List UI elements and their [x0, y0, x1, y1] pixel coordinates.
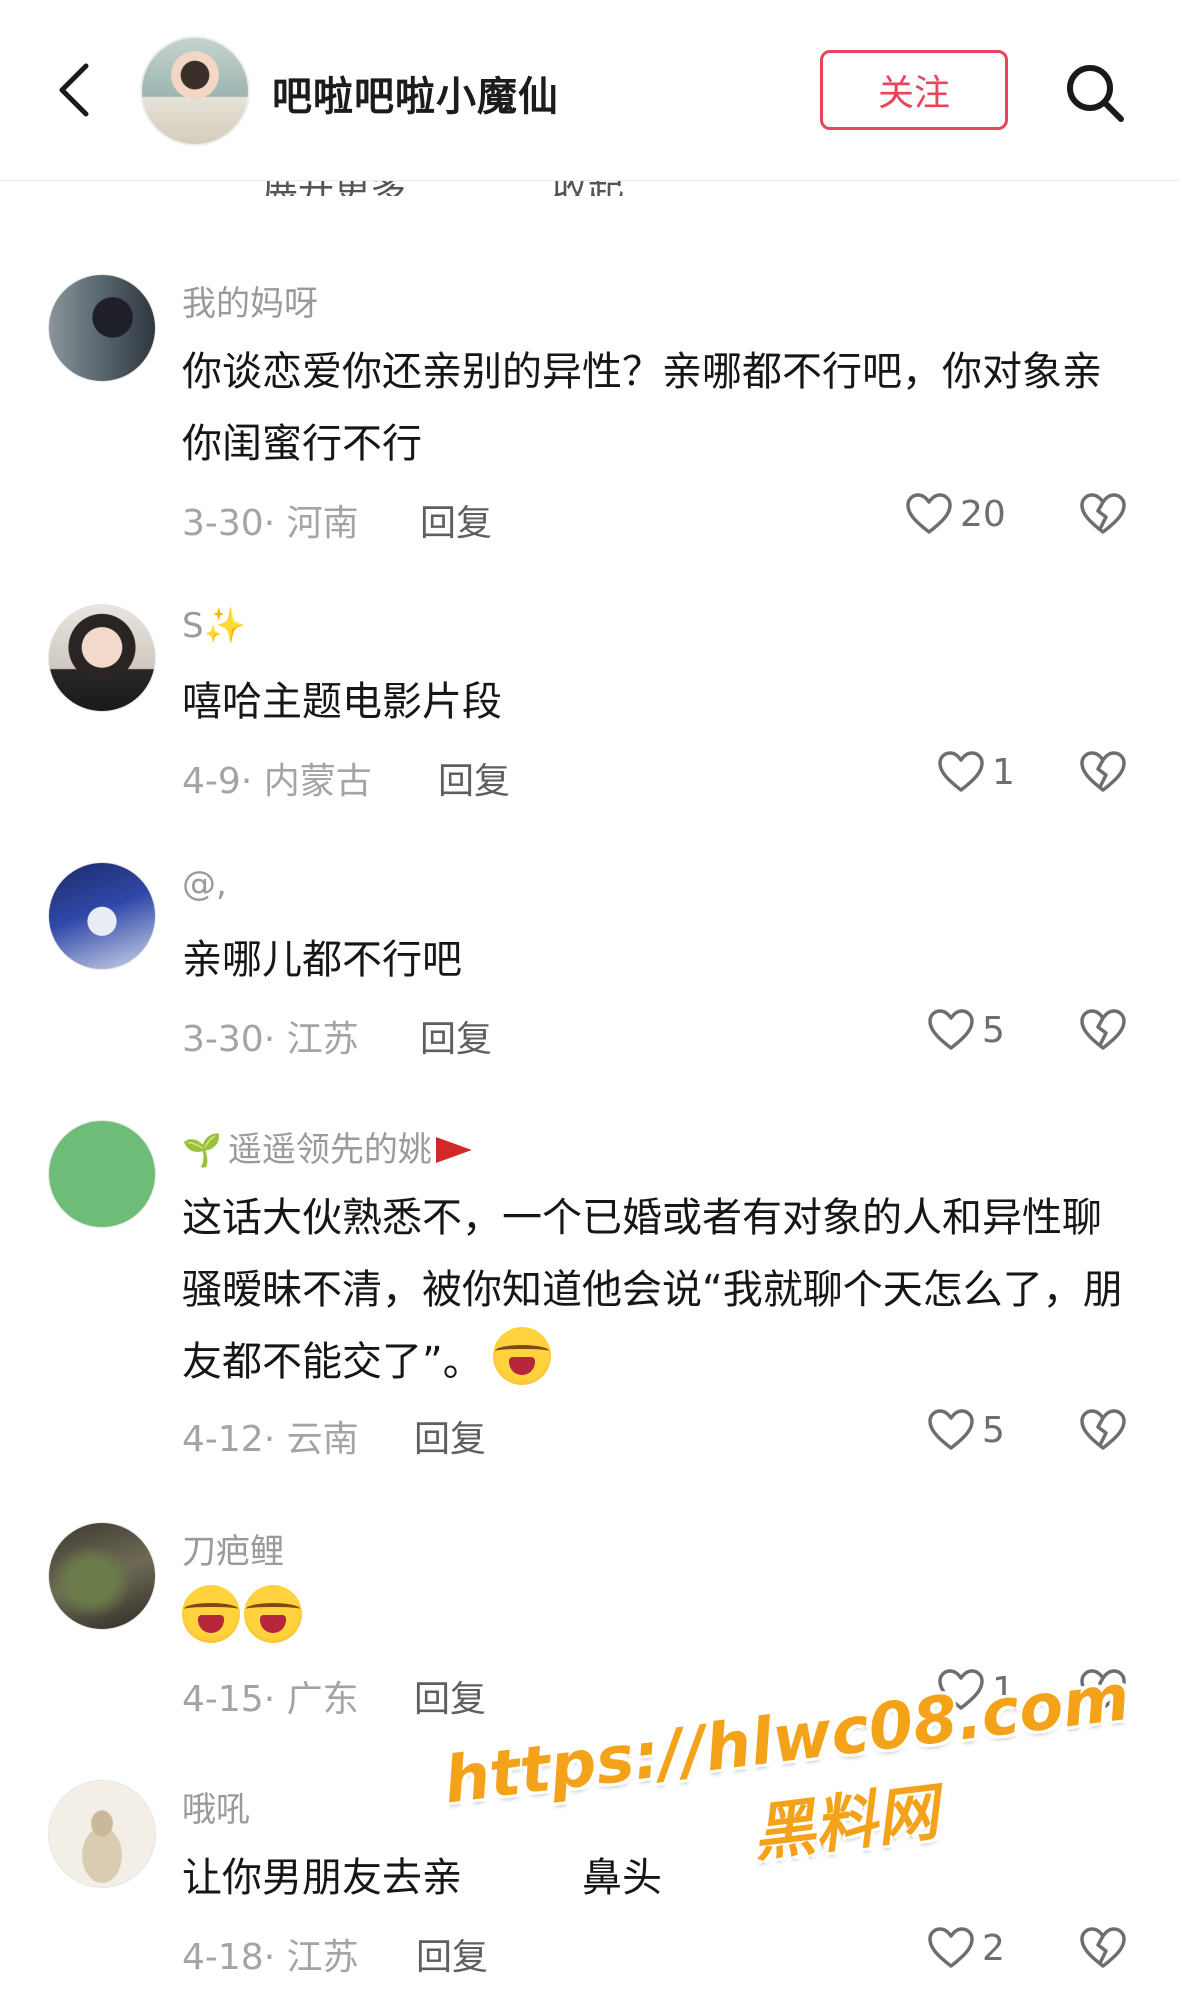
comment-location: 河南 [286, 503, 359, 544]
heart-icon [928, 1009, 974, 1050]
dislike-button[interactable] [1078, 744, 1128, 800]
reply-button[interactable]: 回复 [416, 1928, 488, 1980]
author-name[interactable]: 吧啦吧啦小魔仙 [272, 64, 559, 122]
broken-heart-icon [1080, 1009, 1126, 1050]
reply-button[interactable]: 回复 [414, 1670, 486, 1722]
reply-button[interactable]: 回复 [438, 752, 510, 804]
comment-date: 3-30 [182, 1019, 264, 1060]
comment-text: 亲哪儿都不行吧 [182, 937, 462, 983]
comment-meta: 4-15· 广东 [182, 1679, 359, 1720]
comment-text: 这话大伙熟悉不，一个已婚或者有对象的人和异性聊骚暧昧不清，被你知道他会说“我就聊… [182, 1195, 1123, 1385]
comment-date: 3-30 [182, 503, 264, 544]
dislike-button[interactable] [1078, 1002, 1128, 1058]
search-icon [1067, 65, 1124, 122]
comment-meta: 3-30· 河南 [182, 503, 359, 544]
laughing-crying-emoji-icon [182, 1585, 240, 1643]
like-count: 20 [960, 493, 1006, 535]
like-button[interactable]: 2 [928, 1920, 1005, 1976]
heart-icon [938, 751, 984, 792]
chevron-left-icon [59, 63, 89, 117]
commenter-name[interactable]: 我的妈呀 [182, 276, 318, 325]
heart-icon [906, 493, 952, 534]
comment-meta: 4-12· 云南 [182, 1419, 359, 1460]
follow-button[interactable]: 关注 [820, 50, 1008, 130]
laughing-crying-emoji-icon [244, 1585, 302, 1643]
commenter-avatar[interactable] [48, 1522, 156, 1630]
back-button[interactable] [44, 50, 104, 130]
top-bar: 吧啦吧啦小魔仙 关注 [0, 0, 1179, 181]
broken-heart-icon [1080, 1927, 1126, 1968]
commenter-name[interactable]: 🌱 遥遥领先的姚 [182, 1122, 472, 1171]
commenter-avatar[interactable] [48, 274, 156, 382]
commenter-avatar[interactable] [48, 862, 156, 970]
dislike-button[interactable] [1078, 486, 1128, 542]
broken-heart-icon [1080, 493, 1126, 534]
like-count: 5 [982, 1409, 1005, 1451]
sprout-icon: 🌱 [182, 1131, 222, 1169]
dislike-button[interactable] [1078, 1920, 1128, 1976]
like-button[interactable]: 5 [928, 1402, 1005, 1458]
like-button[interactable]: 20 [906, 486, 1006, 542]
comment-meta: 4-9· 内蒙古 [182, 761, 372, 802]
like-count: 5 [982, 1009, 1005, 1051]
author-avatar[interactable] [140, 36, 250, 146]
laughing-crying-emoji-icon [492, 1327, 551, 1385]
reply-button[interactable]: 回复 [420, 1010, 492, 1062]
comment-location: 云南 [286, 1419, 359, 1460]
commenter-name[interactable]: 刀疤鲤 [182, 1524, 284, 1573]
broken-heart-icon [1080, 1409, 1126, 1450]
commenter-avatar[interactable] [48, 604, 156, 712]
commenter-name[interactable]: 哦吼 [182, 1782, 250, 1831]
reply-button[interactable]: 回复 [414, 1410, 486, 1462]
commenter-name[interactable]: @, [182, 864, 227, 904]
commenter-avatar[interactable] [48, 1780, 156, 1888]
comment-date: 4-12 [182, 1419, 264, 1460]
comment-text: 你谈恋爱你还亲别的异性？亲哪都不行吧，你对象亲你闺蜜行不行 [182, 349, 1102, 467]
comment-date: 4-15 [182, 1679, 264, 1720]
like-count: 1 [992, 751, 1015, 793]
flag-icon [435, 1137, 472, 1163]
search-button[interactable] [1060, 58, 1130, 128]
comment-date: 4-18 [182, 1937, 264, 1978]
like-button[interactable]: 1 [938, 744, 1015, 800]
comment-date: 4-9 [182, 761, 241, 802]
heart-icon [928, 1927, 974, 1968]
broken-heart-icon [1080, 751, 1126, 792]
comment-text: 嘻哈主题电影片段 [182, 679, 502, 725]
dislike-button[interactable] [1078, 1402, 1128, 1458]
commenter-avatar[interactable] [48, 1120, 156, 1228]
comment-text [182, 1584, 1132, 1656]
commenter-name[interactable]: S✨ [182, 606, 246, 646]
like-button[interactable]: 5 [928, 1002, 1005, 1058]
comment-meta: 3-30· 江苏 [182, 1019, 359, 1060]
comment-location: 广东 [286, 1679, 359, 1720]
comment-location: 江苏 [286, 1937, 359, 1978]
heart-icon [928, 1409, 974, 1450]
like-count: 2 [982, 1927, 1005, 1969]
reply-button[interactable]: 回复 [420, 494, 492, 546]
comment-location: 内蒙古 [263, 761, 372, 802]
comment-meta: 4-18· 江苏 [182, 1937, 359, 1978]
comment-location: 江苏 [286, 1019, 359, 1060]
